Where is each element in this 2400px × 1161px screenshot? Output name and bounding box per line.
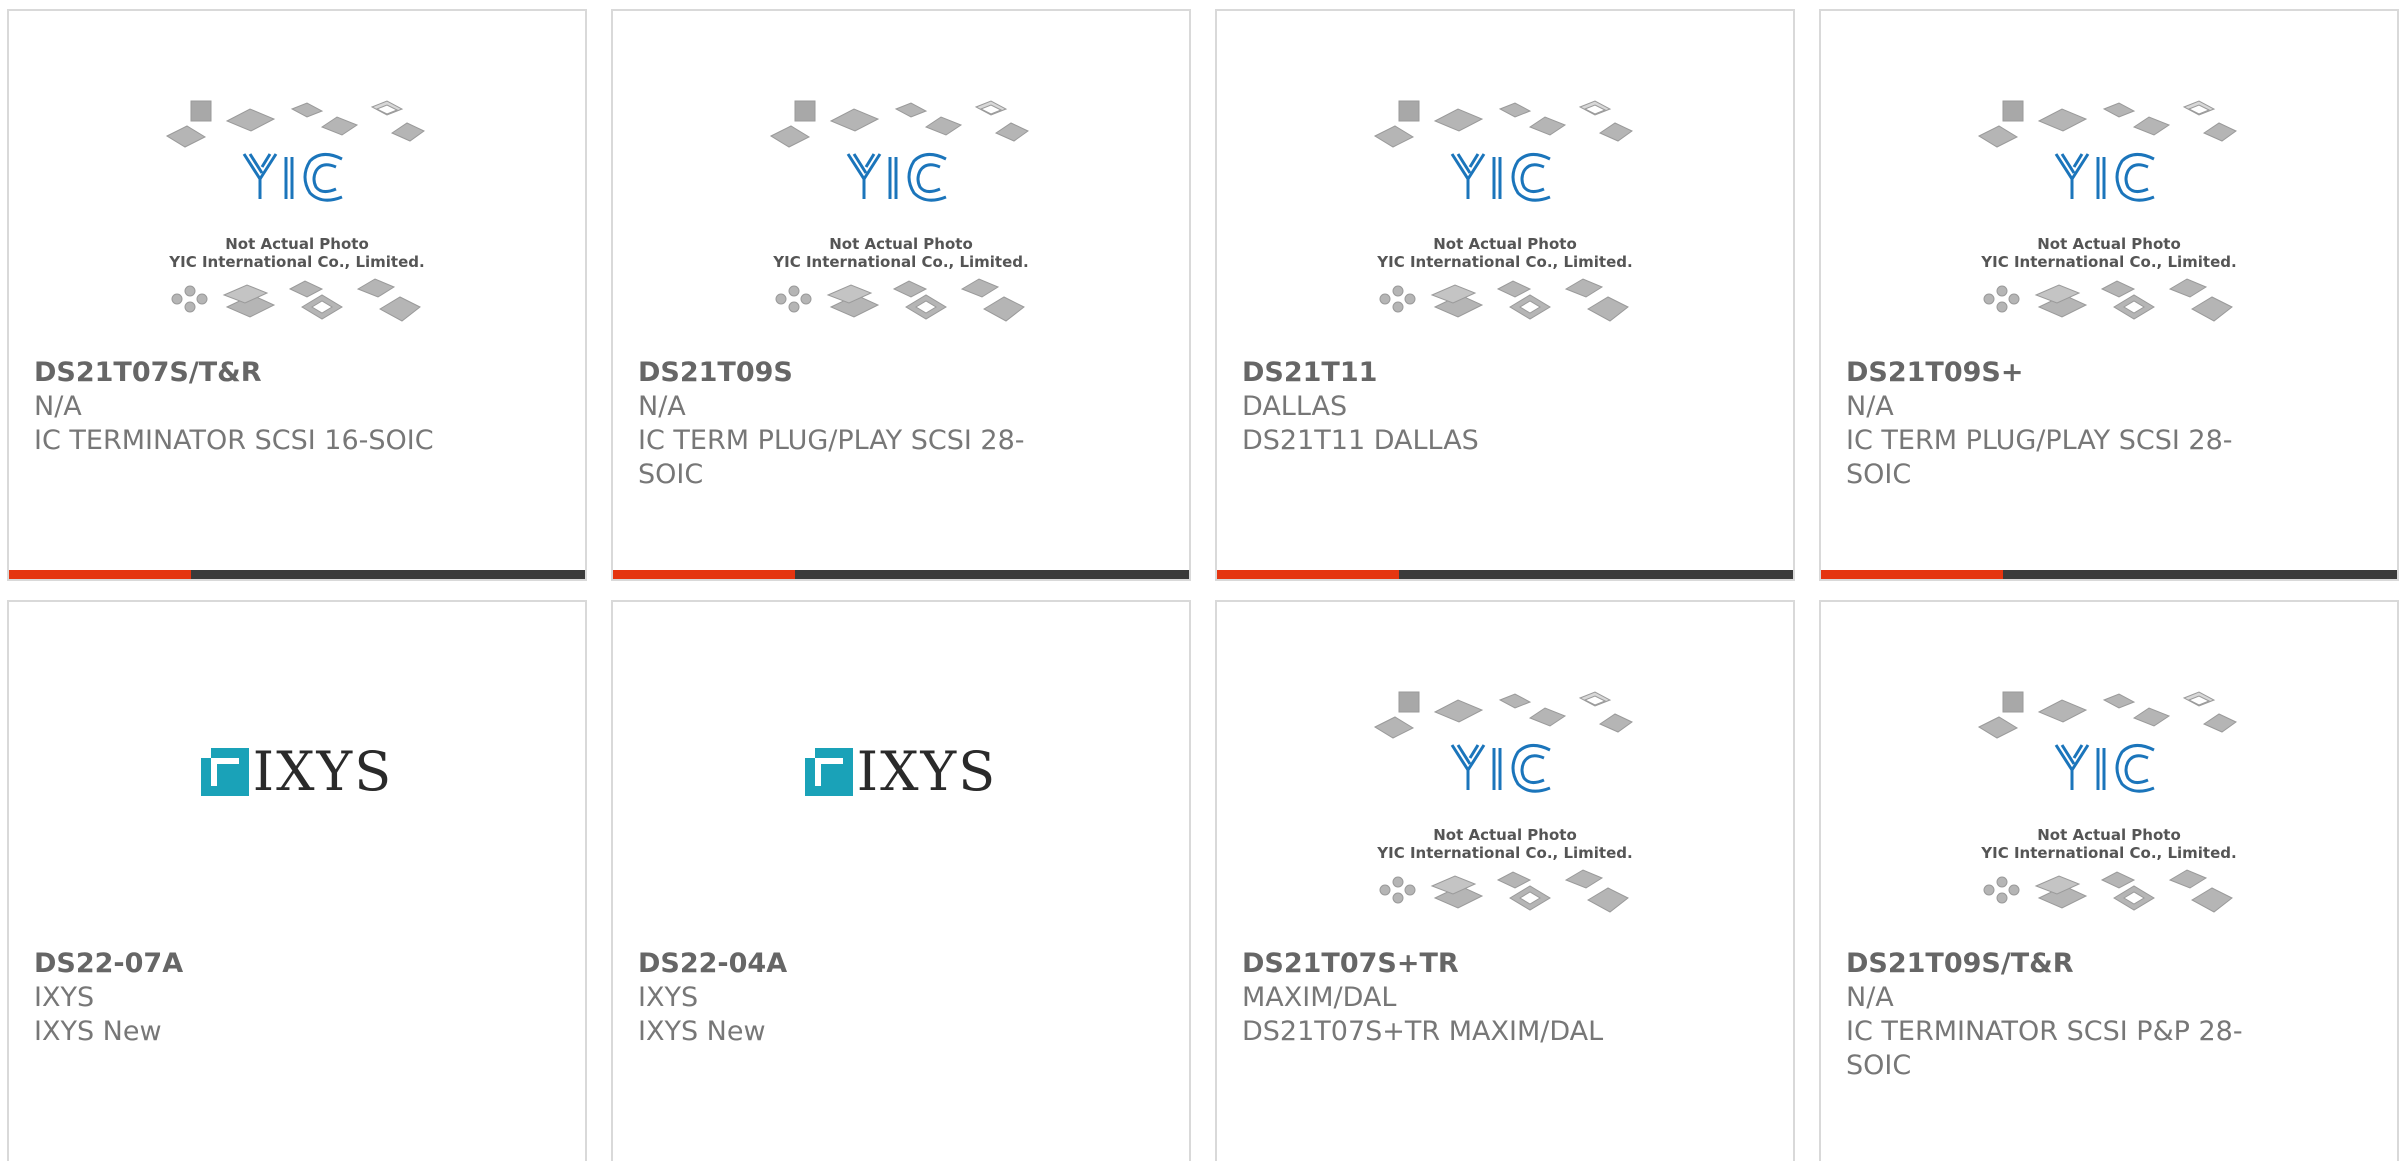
part-number[interactable]: DS21T09S+ xyxy=(1846,356,2286,390)
part-number[interactable]: DS21T11 xyxy=(1242,356,1682,390)
product-card[interactable]: Not Actual Photo YIC International Co., … xyxy=(7,9,587,581)
product-image[interactable]: Not Actual Photo YIC International Co., … xyxy=(613,99,1189,349)
product-image[interactable]: IXYS xyxy=(9,732,585,812)
placeholder-line1: Not Actual Photo xyxy=(829,235,973,253)
placeholder-line2: YIC International Co., Limited. xyxy=(1980,844,2236,862)
placeholder-line2: YIC International Co., Limited. xyxy=(1376,844,1632,862)
card-hover-bar-accent xyxy=(9,570,191,579)
part-number[interactable]: DS21T09S/T&R xyxy=(1846,947,2286,981)
placeholder-line1: Not Actual Photo xyxy=(225,235,369,253)
product-image[interactable]: Not Actual Photo YIC International Co., … xyxy=(1217,690,1793,940)
product-info: DS21T07S+TR MAXIM/DAL DS21T07S+TR MAXIM/DA… xyxy=(1242,947,1682,1049)
card-hover-bar xyxy=(9,570,585,579)
part-number[interactable]: DS22-04A xyxy=(638,947,1078,981)
product-info: DS21T07S/T&R N/A IC TERMINATOR SCSI 16-SOI… xyxy=(34,356,474,458)
product-info: DS22-07A IXYS IXYS New xyxy=(34,947,474,1049)
card-hover-bar xyxy=(1821,570,2397,579)
manufacturer: N/A xyxy=(1846,391,1894,422)
not-actual-photo-image: Not Actual Photo YIC International Co., … xyxy=(1373,691,1633,913)
card-hover-bar xyxy=(1217,570,1793,579)
ixys-logo: IXYS xyxy=(804,740,998,803)
placeholder-line1: Not Actual Photo xyxy=(2037,235,2181,253)
product-image[interactable]: Not Actual Photo YIC International Co., … xyxy=(1821,690,2397,940)
product-card[interactable]: IXYS DS22-04A IXYS IXYS New xyxy=(611,600,1191,1161)
product-card[interactable]: Not Actual Photo YIC International Co., … xyxy=(1215,600,1795,1161)
product-card[interactable]: Not Actual Photo YIC International Co., … xyxy=(1819,600,2399,1161)
description: IXYS New xyxy=(34,1016,162,1047)
description: IC TERMINATOR SCSI P&P 28-SOIC xyxy=(1846,1016,2243,1081)
product-info: DS21T09S+ N/A IC TERM PLUG/PLAY SCSI 28-SO… xyxy=(1846,356,2286,492)
description: DS21T11 DALLAS xyxy=(1242,425,1479,456)
ixys-logo-text: IXYS xyxy=(856,740,998,803)
product-card[interactable]: Not Actual Photo YIC International Co., … xyxy=(1215,9,1795,581)
not-actual-photo-image: Not Actual Photo YIC International Co., … xyxy=(1977,691,2237,913)
not-actual-photo-image: Not Actual Photo YIC International Co., … xyxy=(1373,100,1633,322)
product-info: DS22-04A IXYS IXYS New xyxy=(638,947,1078,1049)
product-info: DS21T09S/T&R N/A IC TERMINATOR SCSI P&P 28… xyxy=(1846,947,2286,1083)
ixys-logo: IXYS xyxy=(200,740,394,803)
placeholder-line2: YIC International Co., Limited. xyxy=(1980,253,2236,271)
part-number[interactable]: DS22-07A xyxy=(34,947,474,981)
placeholder-line2: YIC International Co., Limited. xyxy=(1376,253,1632,271)
placeholder-line1: Not Actual Photo xyxy=(1433,826,1577,844)
placeholder-line1: Not Actual Photo xyxy=(2037,826,2181,844)
placeholder-line1: Not Actual Photo xyxy=(1433,235,1577,253)
product-card[interactable]: Not Actual Photo YIC International Co., … xyxy=(1819,9,2399,581)
product-image[interactable]: IXYS xyxy=(613,732,1189,812)
ixys-mark-icon xyxy=(200,748,249,796)
part-number[interactable]: DS21T09S xyxy=(638,356,1078,390)
placeholder-line2: YIC International Co., Limited. xyxy=(772,253,1028,271)
product-image[interactable]: Not Actual Photo YIC International Co., … xyxy=(1217,99,1793,349)
not-actual-photo-image: Not Actual Photo YIC International Co., … xyxy=(165,100,425,322)
manufacturer: MAXIM/DAL xyxy=(1242,982,1397,1013)
manufacturer: IXYS xyxy=(638,982,699,1013)
description: DS21T07S+TR MAXIM/DAL xyxy=(1242,1016,1604,1047)
manufacturer: N/A xyxy=(1846,982,1894,1013)
product-image[interactable]: Not Actual Photo YIC International Co., … xyxy=(1821,99,2397,349)
product-info: DS21T09S N/A IC TERM PLUG/PLAY SCSI 28-SOI… xyxy=(638,356,1078,492)
placeholder-line2: YIC International Co., Limited. xyxy=(168,253,424,271)
product-card[interactable]: IXYS DS22-07A IXYS IXYS New xyxy=(7,600,587,1161)
card-hover-bar-accent xyxy=(613,570,795,579)
not-actual-photo-image: Not Actual Photo YIC International Co., … xyxy=(769,100,1029,322)
product-grid: Not Actual Photo YIC International Co., … xyxy=(0,0,2400,1161)
description: IC TERM PLUG/PLAY SCSI 28-SOIC xyxy=(638,425,1025,490)
description: IC TERMINATOR SCSI 16-SOIC xyxy=(34,425,434,456)
card-hover-bar-accent xyxy=(1217,570,1399,579)
product-card[interactable]: Not Actual Photo YIC International Co., … xyxy=(611,9,1191,581)
ixys-logo-text: IXYS xyxy=(252,740,394,803)
card-hover-bar-accent xyxy=(1821,570,2003,579)
product-info: DS21T11 DALLAS DS21T11 DALLAS xyxy=(1242,356,1682,458)
manufacturer: N/A xyxy=(34,391,82,422)
description: IC TERM PLUG/PLAY SCSI 28-SOIC xyxy=(1846,425,2233,490)
manufacturer: N/A xyxy=(638,391,686,422)
part-number[interactable]: DS21T07S+TR xyxy=(1242,947,1682,981)
manufacturer: IXYS xyxy=(34,982,95,1013)
part-number[interactable]: DS21T07S/T&R xyxy=(34,356,474,390)
manufacturer: DALLAS xyxy=(1242,391,1348,422)
not-actual-photo-image: Not Actual Photo YIC International Co., … xyxy=(1977,100,2237,322)
ixys-mark-icon xyxy=(804,748,853,796)
description: IXYS New xyxy=(638,1016,766,1047)
product-image[interactable]: Not Actual Photo YIC International Co., … xyxy=(9,99,585,349)
card-hover-bar xyxy=(613,570,1189,579)
